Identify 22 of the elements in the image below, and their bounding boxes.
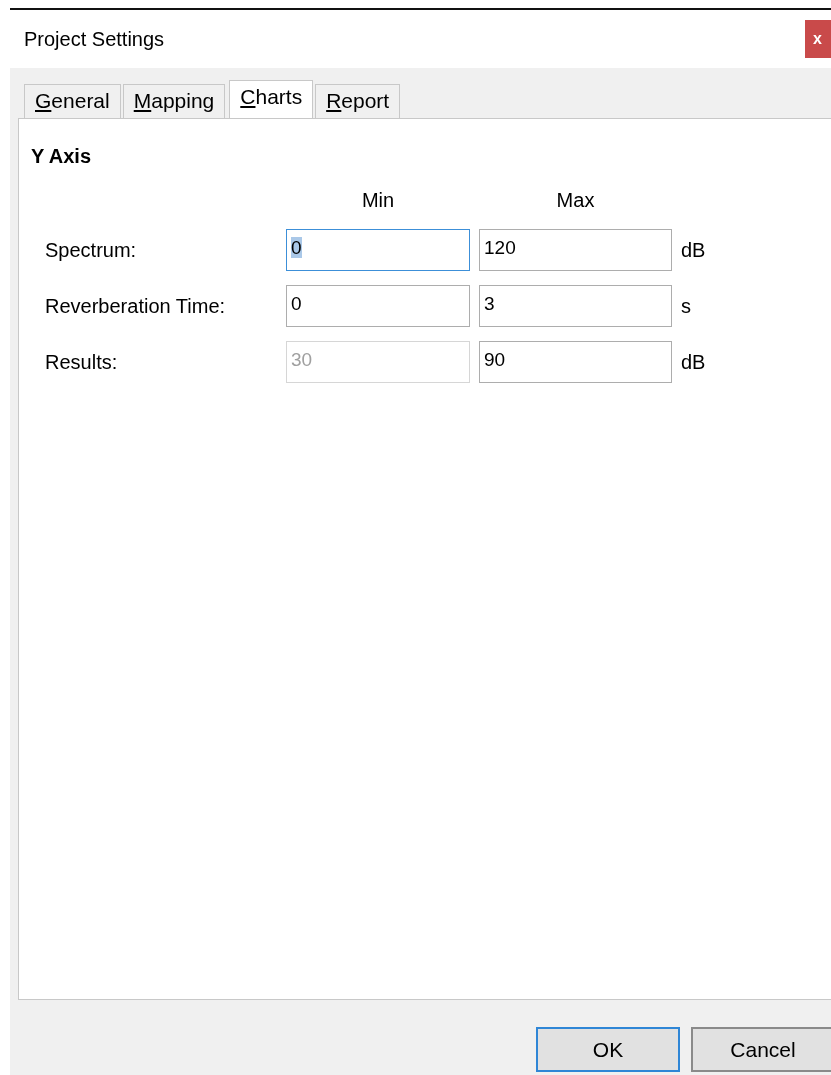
- input-field[interactable]: 3: [479, 285, 672, 327]
- input-field[interactable]: 90: [479, 341, 672, 383]
- field-label: Reverberation Time:: [45, 294, 227, 319]
- section-title: Y Axis: [31, 144, 93, 169]
- column-header: Min: [360, 188, 396, 213]
- unit-label: s: [681, 294, 692, 319]
- tab[interactable]: Charts: [229, 80, 314, 118]
- input-field[interactable]: 120: [479, 229, 672, 271]
- input-field[interactable]: 0: [286, 285, 470, 327]
- column-header: Max: [555, 188, 596, 213]
- field-label: Results:: [45, 350, 119, 375]
- tab[interactable]: Report: [315, 84, 401, 118]
- field-label: Spectrum:: [45, 238, 138, 263]
- tab[interactable]: Mapping: [122, 84, 226, 118]
- ok-button[interactable]: OK: [536, 1027, 680, 1072]
- input-field[interactable]: 0: [286, 229, 470, 271]
- unit-label: dB: [681, 238, 707, 263]
- close-button[interactable]: x: [805, 20, 831, 58]
- tab[interactable]: General: [24, 84, 121, 118]
- cancel-button[interactable]: Cancel: [691, 1027, 831, 1072]
- unit-label: dB: [681, 350, 707, 375]
- window-title: Project Settings: [24, 27, 165, 52]
